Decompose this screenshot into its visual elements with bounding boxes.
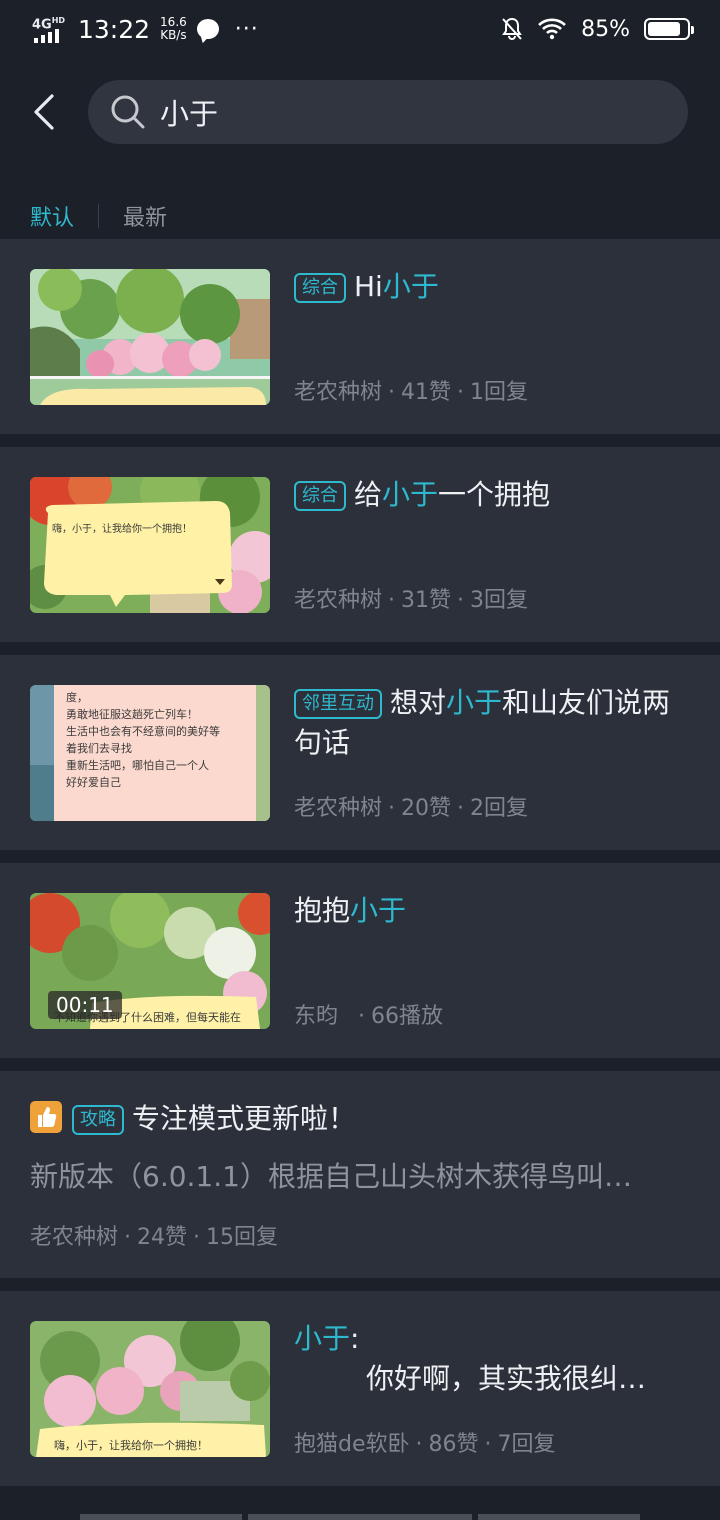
post-meta: 抱猫de软卧 · 86赞 · 7回复 [294,1432,556,1457]
battery-percent: 85% [581,16,630,42]
post-tag: 综合 [294,273,346,303]
post-title[interactable]: 攻略 专注模式更新啦！ [72,1099,680,1139]
thumb-text: 度， 勇敢地征服这趟死亡列车！ 生活中也会有不经意间的美好等 着我们去寻找 重新… [66,691,220,789]
post-author: 东昀 [294,1004,339,1029]
post-tag: 综合 [294,481,346,511]
post-replies: 15回复 [206,1225,279,1250]
back-arrow-icon[interactable] [28,86,68,138]
post-author: 老农种树 [30,1225,119,1250]
post-thumbnail: 嗨，小于，让我给你一个拥抱！ [30,477,270,613]
video-duration: 00:11 [48,991,122,1019]
thumbs-up-icon [30,1101,62,1133]
tab-default[interactable]: 默认 [30,200,74,232]
video-card[interactable]: 不知道你遇到了什么困难，但每天能在 00:11 抱抱小于 东昀 · 66播放 [0,863,720,1058]
search-box[interactable] [88,80,688,144]
post-likes: 31赞 [401,588,452,613]
post-tag: 攻略 [72,1105,124,1135]
more-notifications-icon: ··· [234,16,259,42]
post-likes: 41赞 [401,380,452,405]
post-replies: 1回复 [470,380,529,405]
post-card[interactable]: 嗨，小于，让我给你一个拥抱！ 综合 给小于一个拥抱 老农种树 · 31赞 · 3回复 [0,447,720,642]
post-title[interactable]: 综合 Hi小于 [294,267,680,307]
status-time: 13:22 [78,14,151,44]
post-author: 抱猫de软卧 [294,1432,410,1457]
wifi-icon [538,18,566,40]
post-meta: 老农种树 · 41赞 · 1回复 [294,380,529,405]
post-title[interactable]: 小于: 你好啊，其实我很纠… [294,1319,680,1399]
post-title[interactable]: 邻里互动 想对小于和山友们说两句话 [294,683,680,763]
battery-icon [644,18,694,40]
video-thumbnail[interactable]: 不知道你遇到了什么困难，但每天能在 00:11 [30,893,270,1029]
post-meta: 老农种树 · 31赞 · 3回复 [294,588,529,613]
post-likes: 20赞 [401,796,452,821]
sort-tabs: 默认 最新 [30,198,167,234]
post-author: 老农种树 [294,380,383,405]
post-replies: 3回复 [470,588,529,613]
post-author: 老农种树 [294,796,383,821]
post-likes: 24赞 [137,1225,188,1250]
post-author: 老农种树 [294,588,383,613]
tab-latest[interactable]: 最新 [123,200,167,232]
post-card[interactable]: 嗨，小于，让我给你一个拥抱！ 小于: 你好啊，其实我很纠… 抱猫de软卧 · 86赞… [0,1291,720,1486]
post-replies: 7回复 [497,1432,556,1457]
status-bar: 4GHD 13:22 16.6 KB/s ··· 85% [0,0,720,58]
post-card[interactable]: 综合 Hi小于 老农种树 · 41赞 · 1回复 [0,239,720,434]
network-speed: 16.6 KB/s [160,15,187,42]
post-thumbnail: 度， 勇敢地征服这趟死亡列车！ 生活中也会有不经意间的美好等 着我们去寻找 重新… [30,685,270,821]
post-card[interactable]: 度， 勇敢地征服这趟死亡列车！ 生活中也会有不经意间的美好等 着我们去寻找 重新… [0,655,720,850]
post-title[interactable]: 综合 给小于一个拥抱 [294,475,680,515]
post-thumbnail [30,269,270,405]
post-replies: 2回复 [470,796,529,821]
post-meta: 老农种树 · 20赞 · 2回复 [294,796,529,821]
post-meta: 东昀 · 66播放 [294,1004,444,1029]
post-plays: 66播放 [371,1004,444,1029]
signal-icon: 4GHD [32,15,68,43]
post-meta: 老农种树 · 24赞 · 15回复 [30,1225,279,1250]
search-input[interactable] [160,95,640,129]
tab-divider [98,204,100,228]
bottom-edge [0,1496,720,1520]
post-summary: 新版本（6.0.1.1）根据自己山头树木获得鸟叫… [30,1160,632,1193]
post-card[interactable]: 攻略 专注模式更新啦！ 新版本（6.0.1.1）根据自己山头树木获得鸟叫… 老农种… [0,1071,720,1278]
message-icon [196,19,219,39]
search-header [0,58,720,178]
post-thumbnail: 嗨，小于，让我给你一个拥抱！ [30,1321,270,1457]
bell-off-icon [502,17,522,40]
post-likes: 86赞 [428,1432,479,1457]
post-tag: 邻里互动 [294,689,382,719]
post-title[interactable]: 抱抱小于 [294,891,680,931]
search-icon [111,95,145,129]
